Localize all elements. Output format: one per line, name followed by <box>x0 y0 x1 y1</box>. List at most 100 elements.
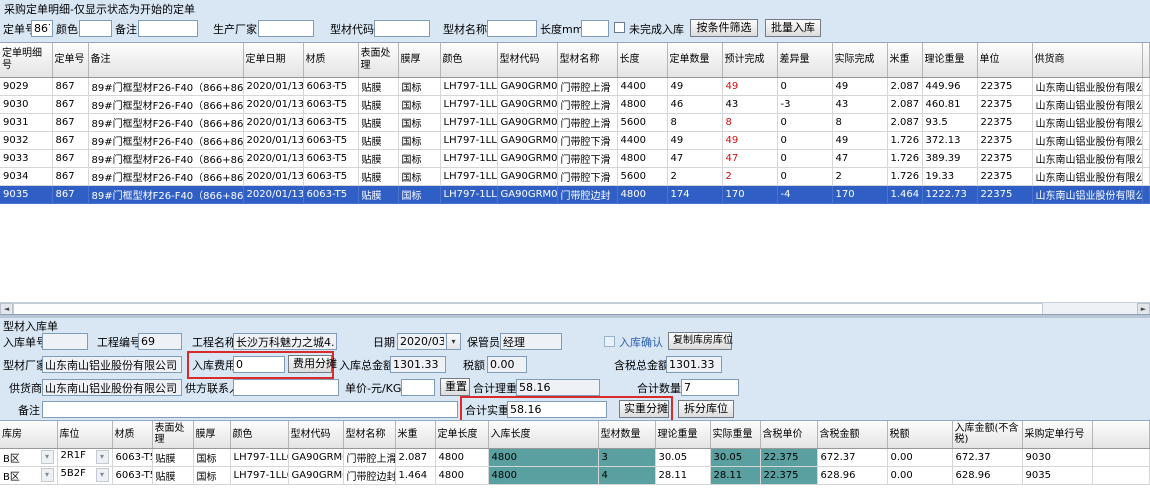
table-cell[interactable]: 4400 <box>617 77 667 95</box>
table-cell[interactable]: 372.13 <box>922 131 977 149</box>
table-cell[interactable]: 389.39 <box>922 149 977 167</box>
column-header[interactable]: 米重 <box>395 421 435 448</box>
table-cell[interactable]: 47 <box>832 149 887 167</box>
table-cell[interactable]: 山东南山铝业股份有限公司 <box>1032 95 1142 113</box>
table-cell[interactable]: 22375 <box>977 131 1032 149</box>
column-header[interactable]: 实际重量 <box>710 421 760 448</box>
table-cell[interactable]: 4800 <box>488 448 598 466</box>
table-cell[interactable]: 门带腔上滑 <box>557 113 617 131</box>
table-cell[interactable]: 867 <box>52 95 88 113</box>
table-cell[interactable]: 8 <box>722 113 777 131</box>
table-cell[interactable]: 672.37 <box>817 448 887 466</box>
table-cell[interactable]: 贴膜 <box>358 95 398 113</box>
table-cell[interactable]: 9029 <box>0 77 52 95</box>
table-cell[interactable]: 贴膜 <box>152 448 193 466</box>
table-cell[interactable]: 山东南山铝业股份有限公司 <box>1032 77 1142 95</box>
table-cell[interactable]: 国标 <box>398 185 440 203</box>
table-cell[interactable]: ▾B区 <box>0 466 57 484</box>
table-cell[interactable]: 2.087 <box>887 95 922 113</box>
table-cell[interactable]: 2020/01/13 <box>243 95 303 113</box>
table-cell[interactable]: 国标 <box>193 466 230 484</box>
table-cell[interactable]: 49 <box>832 131 887 149</box>
table-cell[interactable]: 2020/01/13 <box>243 131 303 149</box>
table-cell[interactable]: 49 <box>722 77 777 95</box>
table-cell[interactable]: 山东南山铝业股份有限公司 <box>1032 167 1142 185</box>
table-cell[interactable]: 43 <box>722 95 777 113</box>
filter-input-order-no[interactable] <box>31 20 53 37</box>
table-cell[interactable]: 1.464 <box>395 466 435 484</box>
table-cell[interactable]: 4 <box>598 466 655 484</box>
table-row[interactable]: 903586789#门框型材F26-F40（866+867）2020/01/13… <box>0 185 1150 203</box>
column-header[interactable]: 型材代码 <box>288 421 343 448</box>
column-header[interactable]: 长度 <box>617 43 667 77</box>
table-cell[interactable]: 89#门框型材F26-F40（866+867） <box>88 113 243 131</box>
table-cell[interactable]: 贴膜 <box>358 149 398 167</box>
table-row[interactable]: 902986789#门框型材F26-F40（866+867）2020/01/13… <box>0 77 1150 95</box>
table-cell[interactable]: 46 <box>667 95 722 113</box>
table-cell[interactable]: 89#门框型材F26-F40（866+867） <box>88 131 243 149</box>
table-cell[interactable]: 2 <box>667 167 722 185</box>
table-cell[interactable]: ▾5B2F <box>57 466 112 484</box>
table-row[interactable]: ▾B区▾2R1F6063-T5贴膜国标LH797-1LL0GA90GRM03门带… <box>0 448 1150 466</box>
table-cell[interactable]: 22375 <box>977 149 1032 167</box>
table-cell[interactable]: 2.087 <box>887 77 922 95</box>
column-header[interactable]: 实际完成 <box>832 43 887 77</box>
filter-input-producer[interactable] <box>258 20 314 37</box>
table-cell[interactable]: 89#门框型材F26-F40（866+867） <box>88 77 243 95</box>
table-row[interactable]: 903486789#门框型材F26-F40（866+867）2020/01/13… <box>0 167 1150 185</box>
table-cell[interactable]: 0 <box>777 149 832 167</box>
table-cell[interactable]: 门带腔上滑 <box>557 77 617 95</box>
table-cell[interactable]: 0.00 <box>887 466 952 484</box>
column-header[interactable]: 入库长度 <box>488 421 598 448</box>
table-cell[interactable]: 2 <box>832 167 887 185</box>
column-header[interactable]: 备注 <box>88 43 243 77</box>
table-cell[interactable]: -4 <box>777 185 832 203</box>
table-cell[interactable]: 6063-T5 <box>112 448 152 466</box>
table-cell[interactable]: 门带腔下滑 <box>557 149 617 167</box>
column-header[interactable]: 颜色 <box>230 421 288 448</box>
actual-weight-allocate-button[interactable]: 实重分摊 <box>619 400 669 418</box>
table-cell[interactable]: 9030 <box>0 95 52 113</box>
table-cell[interactable]: 19.33 <box>922 167 977 185</box>
remark-field[interactable] <box>42 401 458 418</box>
table-row[interactable]: 903186789#门框型材F26-F40（866+867）2020/01/13… <box>0 113 1150 131</box>
table-cell[interactable]: 2020/01/13 <box>243 77 303 95</box>
column-header[interactable]: 颜色 <box>440 43 497 77</box>
column-header[interactable]: 膜厚 <box>398 43 440 77</box>
table-cell[interactable]: 0.00 <box>887 448 952 466</box>
reset-button[interactable]: 重置 <box>440 378 470 396</box>
total-with-tax-field[interactable] <box>666 356 722 373</box>
column-header[interactable]: 定单数量 <box>667 43 722 77</box>
table-cell[interactable]: 1.726 <box>887 131 922 149</box>
table-cell[interactable]: GA90GRM04 <box>497 131 557 149</box>
column-header[interactable]: 表面处理 <box>358 43 398 77</box>
table-cell[interactable]: 1.726 <box>887 167 922 185</box>
filter-input-color[interactable] <box>79 20 112 37</box>
column-header[interactable]: 定单号 <box>52 43 88 77</box>
table-cell[interactable]: 0 <box>777 77 832 95</box>
column-header[interactable]: 预计完成 <box>722 43 777 77</box>
table-cell[interactable]: 6063-T5 <box>112 466 152 484</box>
column-header[interactable]: 定单明细号 <box>0 43 52 77</box>
table-cell[interactable]: 3 <box>598 448 655 466</box>
column-header[interactable]: 供货商 <box>1032 43 1142 77</box>
table-cell[interactable]: 6063-T5 <box>303 149 358 167</box>
column-header[interactable]: 库房 <box>0 421 57 448</box>
table-cell[interactable]: 49 <box>667 77 722 95</box>
column-header[interactable]: 型材数量 <box>598 421 655 448</box>
table-cell[interactable]: 170 <box>832 185 887 203</box>
table-cell[interactable]: 6063-T5 <box>303 95 358 113</box>
table-cell[interactable]: LH797-1LL0 <box>440 185 497 203</box>
table-cell[interactable]: 4800 <box>617 185 667 203</box>
copy-warehouse-button[interactable]: 复制库房库位 <box>668 332 732 350</box>
split-location-button[interactable]: 拆分库位 <box>678 400 734 418</box>
table-cell[interactable]: 22375 <box>977 95 1032 113</box>
table-cell[interactable]: GA90GRM04 <box>497 149 557 167</box>
table-cell[interactable]: 贴膜 <box>358 131 398 149</box>
column-header[interactable]: 差异量 <box>777 43 832 77</box>
column-header[interactable]: 表面处理 <box>152 421 193 448</box>
table-cell[interactable]: 4800 <box>435 466 488 484</box>
column-header[interactable]: 含税金额 <box>817 421 887 448</box>
table-cell[interactable]: 2020/01/13 <box>243 185 303 203</box>
column-header[interactable]: 税额 <box>887 421 952 448</box>
